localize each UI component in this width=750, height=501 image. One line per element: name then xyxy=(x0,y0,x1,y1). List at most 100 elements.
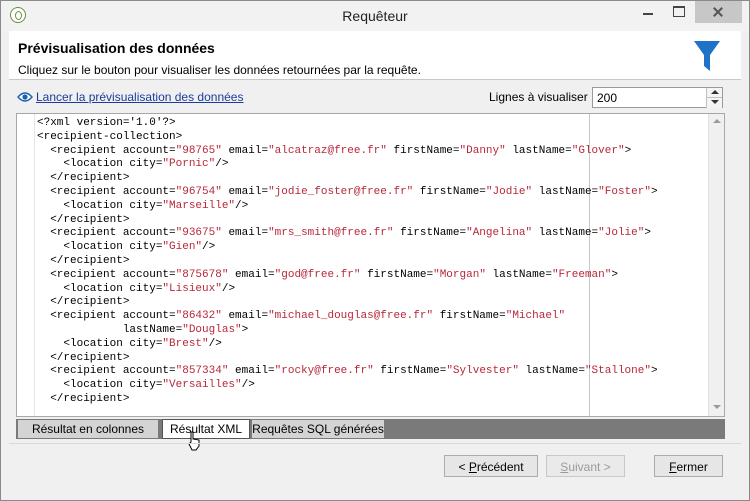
xml-markup: <recipient-collection> xyxy=(37,130,183,143)
xml-attr-value: "Gien" xyxy=(162,241,203,254)
xml-attr-value: "98765" xyxy=(175,144,222,157)
xml-markup: lastName= xyxy=(505,144,572,157)
header-divider xyxy=(9,79,741,80)
xml-markup: > xyxy=(650,185,658,198)
xml-code-line: <recipient account="875678" email="god@f… xyxy=(37,269,658,283)
title-bar[interactable]: Requêteur xyxy=(1,1,749,31)
xml-markup: <location city= xyxy=(37,199,163,212)
xml-attr-value: "Glover" xyxy=(571,144,625,157)
previous-button[interactable]: < Précédent xyxy=(444,455,538,477)
xml-attr-value: "Freeman" xyxy=(551,268,612,281)
xml-code-line: <recipient account="86432" email="michae… xyxy=(37,310,658,324)
tab-generated-sql[interactable]: Requêtes SQL générées xyxy=(252,420,384,438)
xml-code-line: </recipient> xyxy=(37,172,658,186)
xml-markup: lastName= xyxy=(485,268,552,281)
xml-attr-value: "Angelina" xyxy=(466,227,533,240)
xml-markup: <recipient account= xyxy=(37,365,176,378)
vertical-scrollbar[interactable] xyxy=(708,114,724,416)
xml-markup: firstName= xyxy=(433,310,506,323)
minimize-icon[interactable] xyxy=(633,1,663,23)
xml-code-line: </recipient> xyxy=(37,296,658,310)
xml-markup: email= xyxy=(228,268,275,281)
header-panel: Prévisualisation des données Cliquez sur… xyxy=(9,31,741,79)
xml-markup: email= xyxy=(221,227,269,240)
xml-attr-value: "Versailles" xyxy=(162,379,242,392)
xml-markup: <recipient account= xyxy=(37,268,176,281)
xml-markup: </recipient> xyxy=(37,254,130,267)
close-label: ermer xyxy=(676,460,708,474)
xml-attr-value: "Marseille" xyxy=(162,199,236,212)
funnel-icon xyxy=(694,41,720,71)
xml-markup: /> xyxy=(235,199,249,212)
xml-attr-value: "875678" xyxy=(175,268,229,281)
close-button[interactable]: Fermer xyxy=(654,455,723,477)
xml-markup: /> xyxy=(215,158,229,171)
tab-xml-result[interactable]: Résultat XML xyxy=(162,419,250,439)
eye-icon[interactable] xyxy=(17,91,33,103)
xml-markup: lastName= xyxy=(532,227,599,240)
xml-markup: > xyxy=(650,365,658,378)
lines-to-view-input[interactable] xyxy=(593,88,705,107)
xml-attr-value: "Douglas" xyxy=(182,323,242,336)
xml-attr-value: "Pornic" xyxy=(162,158,216,171)
xml-markup: /> xyxy=(202,241,216,254)
xml-code-line: <?xml version='1.0'?> xyxy=(37,117,658,131)
xml-code-line: <recipient account="93675" email="mrs_sm… xyxy=(37,227,658,241)
xml-markup: > xyxy=(241,323,249,336)
xml-code-line: <recipient account="857334" email="rocky… xyxy=(37,365,658,379)
xml-markup: firstName= xyxy=(373,365,447,378)
xml-attr-value: "Jodie" xyxy=(485,185,533,198)
xml-markup: </recipient> xyxy=(37,172,130,185)
xml-markup: firstName= xyxy=(413,185,486,198)
next-button[interactable]: Suivant > xyxy=(546,455,625,477)
xml-markup: email= xyxy=(221,310,269,323)
xml-attr-value: "mrs_smith@free.fr" xyxy=(268,227,394,240)
xml-markup: <recipient account= xyxy=(37,310,176,323)
preview-data-link[interactable]: Lancer la prévisualisation des données xyxy=(36,90,243,104)
xml-attr-value: "god@free.fr" xyxy=(274,268,361,281)
xml-markup: lastName= xyxy=(532,185,599,198)
xml-attr-value: "Jolie" xyxy=(598,227,645,240)
xml-code-line: <location city="Lisieux"/> xyxy=(37,283,658,297)
maximize-icon[interactable] xyxy=(663,1,693,23)
tab-columns-result[interactable]: Résultat en colonnes xyxy=(18,420,158,438)
xml-markup: </recipient> xyxy=(37,392,130,405)
xml-code-line: <recipient account="96754" email="jodie_… xyxy=(37,185,658,200)
previous-label: récédent xyxy=(476,460,524,474)
xml-attr-value: "Brest" xyxy=(162,337,209,350)
lines-to-view-label: Lignes à visualiser : xyxy=(489,90,595,104)
xml-markup: firstName= xyxy=(360,268,434,281)
xml-result-editor[interactable]: <?xml version='1.0'?> <recipient-collecti… xyxy=(16,113,725,417)
page-subtitle: Cliquez sur le bouton pour visualiser le… xyxy=(18,63,421,77)
page-title: Prévisualisation des données xyxy=(18,40,215,56)
xml-attr-value: "Michael" xyxy=(505,310,566,323)
xml-attr-value: "michael_douglas@free.fr" xyxy=(268,310,434,323)
lines-to-view-stepper[interactable] xyxy=(592,87,723,108)
xml-markup: lastName= xyxy=(518,365,585,378)
xml-markup: <location city= xyxy=(37,379,163,392)
stepper-up-icon[interactable] xyxy=(706,88,722,98)
xml-code-line: lastName="Douglas"> xyxy=(37,324,658,338)
xml-markup: <?xml version='1.0'?> xyxy=(37,117,176,129)
xml-attr-value: "Lisieux" xyxy=(162,282,222,295)
xml-markup: /> xyxy=(208,337,222,350)
close-icon[interactable] xyxy=(695,1,742,23)
xml-attr-value: "Sylvester" xyxy=(446,365,519,378)
xml-code-line: <recipient-collection> xyxy=(37,131,658,145)
xml-attr-value: "96754" xyxy=(175,185,222,198)
xml-markup: > xyxy=(611,268,618,281)
xml-markup: lastName= xyxy=(37,323,183,336)
xml-code-line: </recipient> xyxy=(37,393,658,407)
xml-attr-value: "Morgan" xyxy=(433,268,486,281)
xml-markup: <location city= xyxy=(37,337,163,350)
close-accel: F xyxy=(669,460,677,474)
xml-code-line: </recipient> xyxy=(37,214,658,228)
footer-divider xyxy=(9,443,741,444)
xml-markup: email= xyxy=(221,185,269,198)
xml-markup: <recipient account= xyxy=(37,185,176,198)
stepper-down-icon[interactable] xyxy=(706,98,722,108)
xml-markup: email= xyxy=(228,365,275,378)
xml-code-line: <location city="Marseille"/> xyxy=(37,200,658,214)
xml-code[interactable]: <?xml version='1.0'?> <recipient-collecti… xyxy=(37,117,658,407)
xml-code-line: <recipient account="98765" email="alcatr… xyxy=(37,145,658,159)
